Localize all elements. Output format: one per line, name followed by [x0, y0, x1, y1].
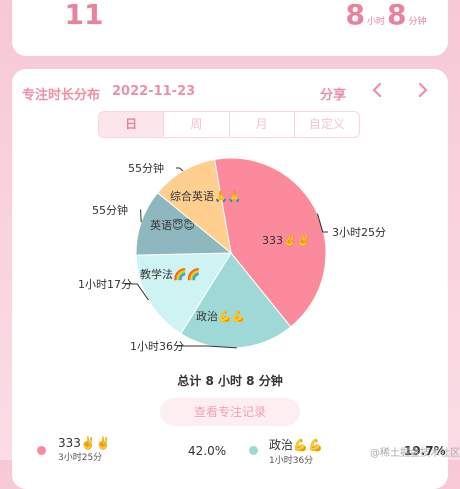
slice-name-label: 政治💪💪 — [196, 309, 245, 323]
legend-dot — [249, 446, 258, 455]
pie-chart: 333✌️✌️ 3小时25分政治💪💪 1小时36分 教学法🌈🌈 1小时17分 英语😇😇 55… — [78, 157, 386, 353]
legend-item: 政治💪💪 1小时36分 — [269, 436, 323, 466]
legend-sub: 3小时25分 — [58, 453, 103, 463]
legend-item: 333✌️✌️ 3小时25分 — [58, 436, 111, 463]
slice-value-label: 1小时36分 — [130, 340, 184, 353]
slice-name-label: 英语😇😇 — [150, 218, 195, 232]
legend-name: 政治💪💪 — [269, 438, 323, 452]
legend-dot — [37, 446, 46, 455]
slice-value-label: 55分钟 — [92, 203, 128, 217]
leader-line — [140, 209, 142, 223]
view-records-button[interactable]: 查看专注记录 — [160, 398, 300, 426]
slice-value-label: 1小时17分 — [78, 278, 132, 291]
total-duration: 总计 8 小时 8 分钟 — [177, 374, 283, 388]
watermark: @稀土掘金技术社区 — [370, 448, 460, 459]
slice-value-label: 55分钟 — [128, 161, 164, 175]
legend-percent: 42.0% — [188, 444, 227, 458]
leader-line — [176, 167, 184, 172]
legend-name: 333✌️✌️ — [58, 436, 111, 450]
slice-value-label: 3小时25分 — [332, 226, 386, 239]
slice-name-label: 333✌️✌️ — [262, 233, 310, 247]
slice-name-label: 教学法🌈🌈 — [140, 267, 200, 281]
slice-name-label: 综合英语🙏🙏 — [170, 189, 241, 203]
